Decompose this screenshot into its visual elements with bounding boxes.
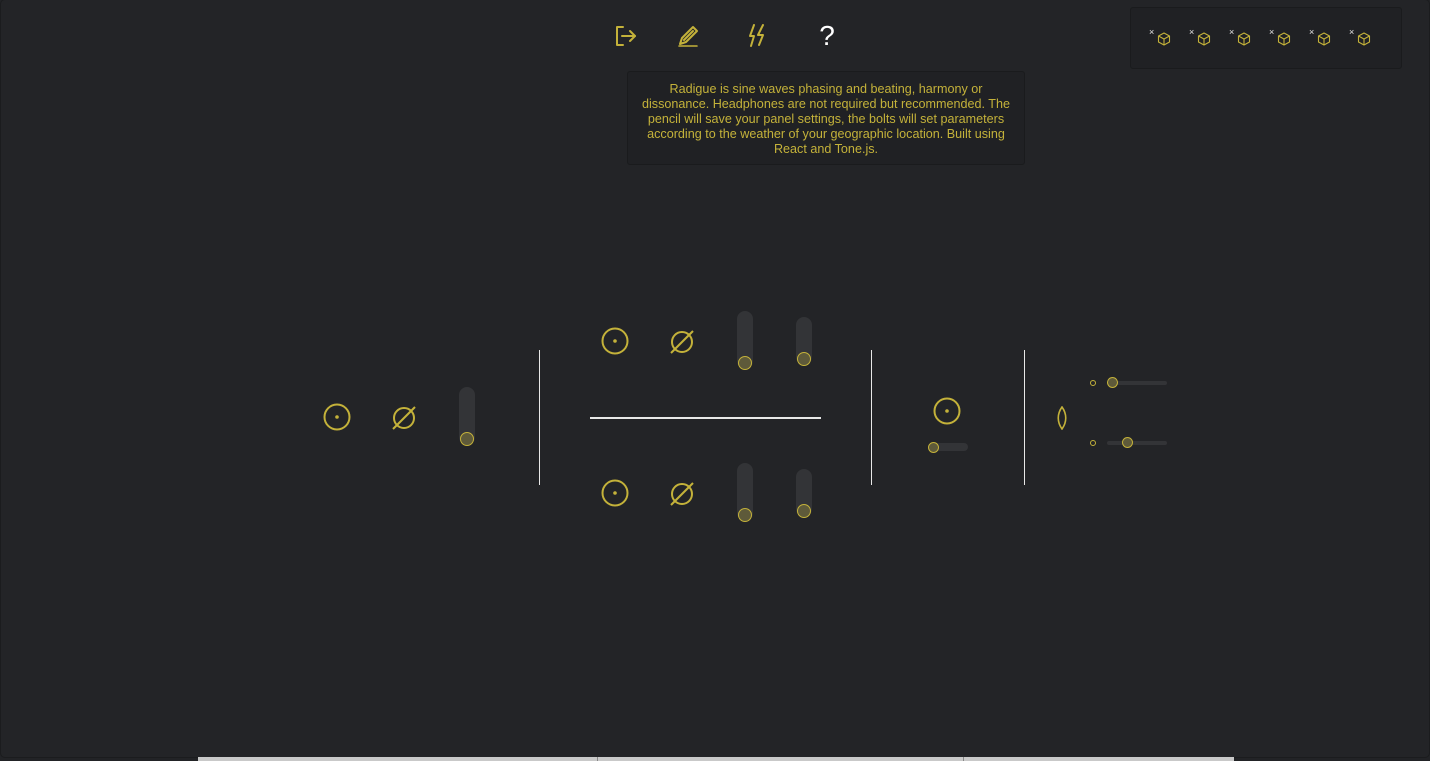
oscillator-top-on-knob[interactable]: [601, 327, 629, 355]
preset-slot-1[interactable]: ×: [1149, 28, 1179, 50]
oscillator-on-knob[interactable]: [933, 397, 961, 425]
bottom-slider-1[interactable]: [737, 463, 753, 522]
oscillator-on-knob[interactable]: [323, 403, 351, 431]
remove-preset-icon[interactable]: ×: [1149, 28, 1154, 37]
slider-thumb[interactable]: [797, 352, 811, 366]
cube-icon: [1237, 32, 1251, 46]
dot-circle-icon: [933, 397, 961, 425]
section-divider: [871, 350, 872, 485]
cube-icon: [1357, 32, 1371, 46]
phase-bottom-knob[interactable]: [668, 480, 696, 508]
section-divider: [1024, 350, 1025, 485]
app-window: ? Radigue is sine waves phasing and beat…: [1, 0, 1429, 757]
section-divider: [539, 350, 540, 485]
strip-divider: [963, 757, 964, 761]
strip-divider: [597, 757, 598, 761]
phase-top-knob[interactable]: [668, 328, 696, 356]
remove-preset-icon[interactable]: ×: [1189, 28, 1194, 37]
volume-slider[interactable]: [459, 387, 475, 446]
dot-circle-icon: [601, 327, 629, 355]
phase-knob[interactable]: [390, 404, 418, 432]
right-slider-1[interactable]: [1107, 377, 1167, 388]
dot-circle-icon: [323, 403, 351, 431]
right-slider-2[interactable]: [1107, 437, 1167, 448]
preset-slot-4[interactable]: ×: [1269, 28, 1299, 50]
cube-icon: [1317, 32, 1331, 46]
slider-thumb[interactable]: [738, 356, 752, 370]
preset-panel: × × × × × ×: [1130, 7, 1402, 69]
empty-set-icon: [392, 406, 416, 430]
cube-icon: [1157, 32, 1171, 46]
oscillator-bottom-on-knob[interactable]: [601, 479, 629, 507]
info-tooltip: Radigue is sine waves phasing and beatin…: [627, 71, 1025, 165]
slider-thumb[interactable]: [1122, 437, 1133, 448]
indicator-dot: [1090, 440, 1096, 446]
top-slider-1[interactable]: [737, 311, 753, 370]
slider-thumb[interactable]: [738, 508, 752, 522]
empty-set-icon: [670, 482, 694, 506]
preset-slot-3[interactable]: ×: [1229, 28, 1259, 50]
lens-icon[interactable]: [1056, 405, 1068, 431]
remove-preset-icon[interactable]: ×: [1309, 28, 1314, 37]
horizontal-slider[interactable]: [928, 442, 968, 453]
dot-circle-icon: [601, 479, 629, 507]
cube-icon: [1277, 32, 1291, 46]
slider-thumb[interactable]: [460, 432, 474, 446]
remove-preset-icon[interactable]: ×: [1349, 28, 1354, 37]
cube-icon: [1197, 32, 1211, 46]
help-button[interactable]: ?: [813, 20, 841, 52]
indicator-dot: [1090, 380, 1096, 386]
pencil-icon[interactable]: [674, 22, 702, 50]
bolt-icon[interactable]: [744, 22, 772, 50]
remove-preset-icon[interactable]: ×: [1229, 28, 1234, 37]
slider-thumb[interactable]: [1107, 377, 1118, 388]
preset-slot-6[interactable]: ×: [1349, 28, 1379, 50]
bottom-slider-2[interactable]: [796, 469, 812, 518]
remove-preset-icon[interactable]: ×: [1269, 28, 1274, 37]
logout-icon[interactable]: [612, 22, 640, 50]
empty-set-icon: [670, 330, 694, 354]
info-text: Radigue is sine waves phasing and beatin…: [641, 82, 1011, 156]
slider-thumb[interactable]: [797, 504, 811, 518]
slider-thumb[interactable]: [928, 442, 939, 453]
preset-slot-5[interactable]: ×: [1309, 28, 1339, 50]
bottom-scroll-strip: [198, 757, 1234, 761]
top-slider-2[interactable]: [796, 317, 812, 366]
preset-slot-2[interactable]: ×: [1189, 28, 1219, 50]
oscillator-separator: [590, 417, 821, 419]
